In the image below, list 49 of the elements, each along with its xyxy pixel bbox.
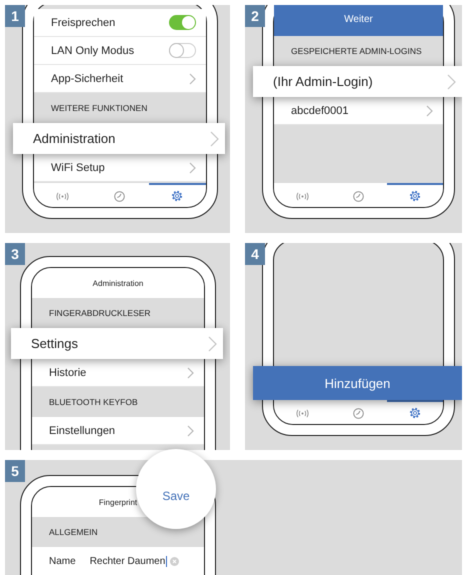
continue-button[interactable]: Weiter xyxy=(274,5,443,36)
chevron-icon xyxy=(210,130,219,146)
row-label: Settings xyxy=(31,336,78,351)
row-label: Administration xyxy=(33,131,116,146)
toggle-switch[interactable] xyxy=(169,15,196,30)
settings-icon xyxy=(408,407,421,419)
list-row[interactable]: WiFi Setup xyxy=(34,154,206,182)
list-row[interactable]: App-Sicherheit xyxy=(34,65,206,93)
list-row[interactable]: Einstellungen xyxy=(32,417,204,445)
step-number: 4 xyxy=(245,243,265,265)
row-label: Freisprechen xyxy=(51,16,116,28)
signal-icon xyxy=(296,192,309,200)
settings-icon xyxy=(408,190,421,202)
step-number: 2 xyxy=(245,5,265,27)
signal-icon xyxy=(296,408,309,418)
row-label: WiFi Setup xyxy=(51,162,105,174)
signal-icon xyxy=(56,192,70,200)
clock-icon xyxy=(352,190,364,202)
clock-icon xyxy=(352,408,364,418)
chevron-icon xyxy=(447,74,456,90)
chevron-icon xyxy=(189,162,196,174)
field-label: Name xyxy=(49,556,76,566)
chevron-icon xyxy=(208,336,217,352)
row-label: abcdef0001 xyxy=(291,104,348,116)
chevron-icon xyxy=(187,366,194,378)
chevron-icon xyxy=(189,72,196,84)
chevron-icon xyxy=(187,424,194,436)
list-row[interactable]: Historie xyxy=(32,359,204,387)
name-field[interactable]: Rechter Daumen xyxy=(90,556,180,566)
highlighted-list-row[interactable]: Settings xyxy=(11,328,223,359)
row-label: App-Sicherheit xyxy=(51,72,124,84)
highlighted-list-row[interactable]: (Ihr Admin-Login) xyxy=(253,66,462,97)
settings-icon xyxy=(171,190,184,202)
row-label: Historie xyxy=(49,366,86,378)
screen-title: Fingerprint xyxy=(98,498,138,506)
highlighted-list-row[interactable]: Administration xyxy=(13,123,225,154)
row-label: LAN Only Modus xyxy=(51,44,134,56)
row-label: Einstellungen xyxy=(49,424,116,436)
clock-icon xyxy=(114,190,126,202)
toggle-switch[interactable] xyxy=(169,43,196,58)
save-button[interactable]: Save xyxy=(162,489,190,503)
step-number: 5 xyxy=(5,460,25,482)
step-number: 3 xyxy=(5,243,25,265)
chevron-icon xyxy=(426,104,433,116)
step-number: 1 xyxy=(5,5,25,27)
row-label: (Ihr Admin-Login) xyxy=(273,74,373,89)
list-row[interactable]: abcdef0001 xyxy=(274,97,443,125)
add-button[interactable]: Hinzufügen xyxy=(253,366,462,400)
screen-title: Administration xyxy=(92,278,144,288)
